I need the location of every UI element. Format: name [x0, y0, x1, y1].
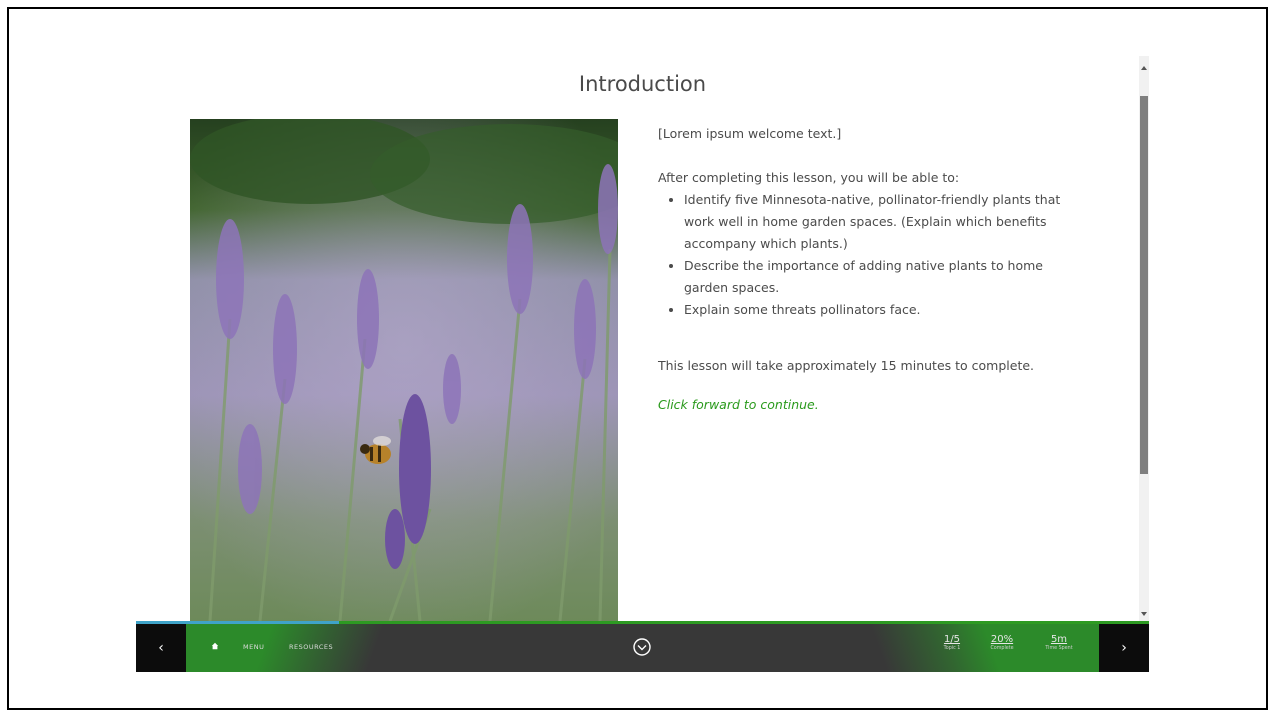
objective-item: Identify five Minnesota-native, pollinat…: [684, 189, 1078, 255]
complete-stat: 20% Complete: [984, 634, 1020, 652]
chevron-left-icon: ‹: [158, 640, 164, 656]
lavender-bee-photo: [190, 119, 618, 621]
continue-prompt: Click forward to continue.: [658, 397, 819, 412]
objective-item: Explain some threats pollinators face.: [684, 299, 1078, 321]
objectives-list: Identify five Minnesota-native, pollinat…: [658, 189, 1078, 321]
lesson-text: [Lorem ipsum welcome text.] After comple…: [658, 123, 1078, 416]
time-label: Time Spent: [1045, 646, 1073, 651]
check-circle-icon[interactable]: [632, 637, 652, 657]
objective-item: Describe the importance of adding native…: [684, 255, 1078, 299]
next-button[interactable]: ›: [1099, 624, 1149, 672]
slide-content: Introduction [Lorem ipsum welcome text.]…: [136, 56, 1149, 621]
scrollbar-thumb[interactable]: [1140, 96, 1148, 474]
page-title: Introduction: [578, 72, 707, 96]
topic-value: 1/5: [943, 634, 961, 645]
duration-text: This lesson will take approximately 15 m…: [658, 358, 1035, 373]
welcome-text: [Lorem ipsum welcome text.]: [658, 126, 842, 141]
objectives-intro: After completing this lesson, you will b…: [658, 170, 960, 185]
chevron-right-icon: ›: [1121, 640, 1127, 656]
home-icon[interactable]: [211, 642, 219, 650]
course-navbar: ‹ MENU RESOURCES 1/5 Topic 1 20% Complet…: [136, 621, 1149, 672]
time-stat: 5m Time Spent: [1040, 634, 1078, 652]
menu-link[interactable]: MENU: [243, 643, 264, 651]
slide-frame: Introduction [Lorem ipsum welcome text.]…: [7, 7, 1268, 710]
time-value: 5m: [1050, 634, 1068, 645]
photo-illustration: [190, 119, 618, 621]
scroll-down-icon[interactable]: [1141, 612, 1147, 616]
content-scrollbar[interactable]: [1139, 56, 1149, 621]
scroll-up-icon[interactable]: [1141, 66, 1147, 70]
previous-button[interactable]: ‹: [136, 624, 186, 672]
resources-link[interactable]: RESOURCES: [289, 643, 333, 651]
complete-value: 20%: [990, 634, 1014, 645]
topic-label: Topic 1: [943, 646, 961, 651]
complete-label: Complete: [990, 646, 1014, 651]
topic-stat: 1/5 Topic 1: [936, 634, 968, 652]
